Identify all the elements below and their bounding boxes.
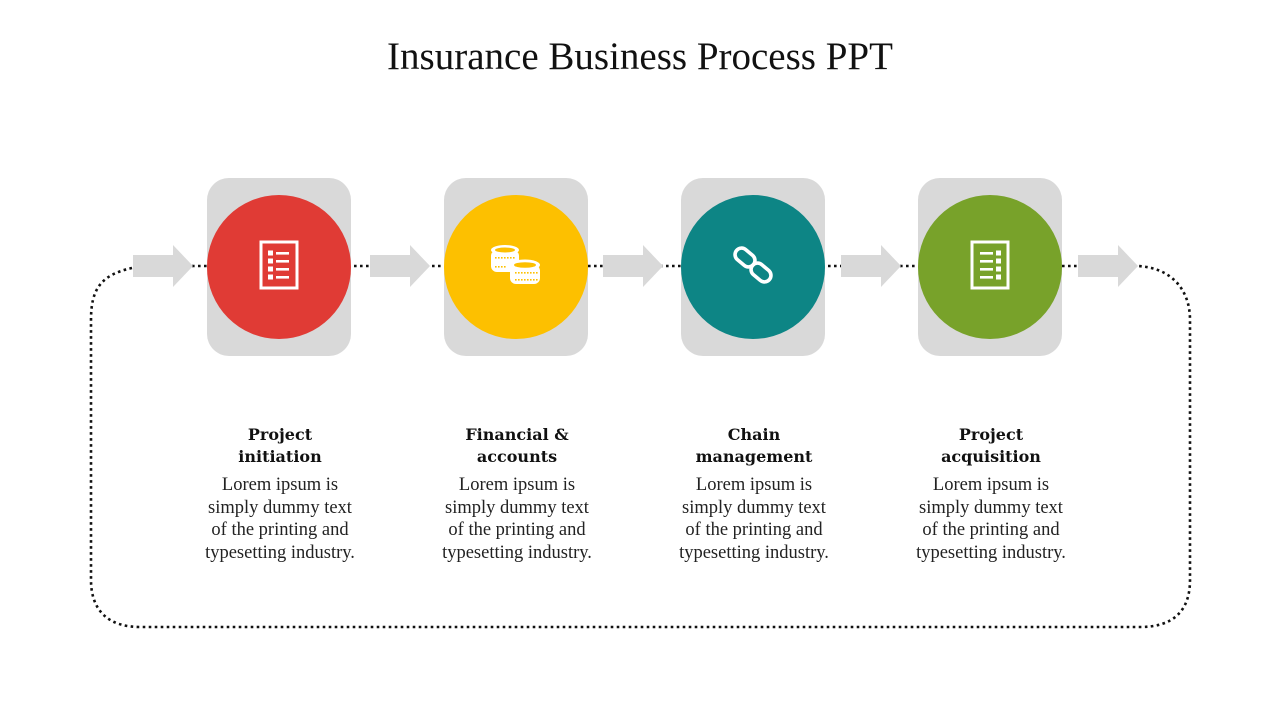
- step-label-2: Financial & accounts Lorem ipsum is simply…: [422, 424, 612, 564]
- process-step-3: [681, 178, 825, 356]
- process-step-4: [918, 178, 1062, 356]
- step-heading-line: Project: [247, 425, 313, 444]
- step-heading-line: Financial &: [465, 425, 569, 444]
- step-heading: Financial & accounts: [422, 424, 612, 468]
- step-heading-line: accounts: [476, 447, 558, 466]
- process-step-1: [207, 178, 351, 356]
- step-description: Lorem ipsum is simply dummy text of the …: [205, 475, 355, 563]
- flow-arrow: [370, 245, 430, 287]
- flow-arrow: [1078, 245, 1138, 287]
- checklist-icon: [970, 240, 1010, 294]
- step-heading-line: Chain: [727, 425, 781, 444]
- process-step-2: [444, 178, 588, 356]
- checklist-icon: [259, 240, 299, 294]
- step-description: Lorem ipsum is simply dummy text of the …: [916, 475, 1066, 563]
- coins-icon: [489, 243, 543, 291]
- step-heading-line: management: [695, 447, 813, 466]
- chain-link-icon: [731, 243, 775, 291]
- step-label-4: Project acquisition Lorem ipsum is simply …: [896, 424, 1086, 564]
- process-flow-connectors: [89, 245, 1192, 629]
- flow-arrow: [603, 245, 663, 287]
- step-label-3: Chain management Lorem ipsum is simply dum…: [659, 424, 849, 564]
- step-heading-line: acquisition: [941, 447, 1041, 466]
- flow-arrow: [133, 245, 193, 287]
- step-circle: [207, 195, 351, 339]
- step-heading-line: initiation: [238, 447, 322, 466]
- step-circle: [918, 195, 1062, 339]
- step-heading-line: Project: [958, 425, 1024, 444]
- step-heading: Project acquisition: [896, 424, 1086, 468]
- step-description: Lorem ipsum is simply dummy text of the …: [679, 475, 829, 563]
- step-heading: Chain management: [659, 424, 849, 468]
- step-label-1: Project initiation Lorem ipsum is simply d…: [185, 424, 375, 564]
- step-heading: Project initiation: [185, 424, 375, 468]
- step-circle: [681, 195, 825, 339]
- step-description: Lorem ipsum is simply dummy text of the …: [442, 475, 592, 563]
- flow-arrow: [841, 245, 901, 287]
- step-circle: [444, 195, 588, 339]
